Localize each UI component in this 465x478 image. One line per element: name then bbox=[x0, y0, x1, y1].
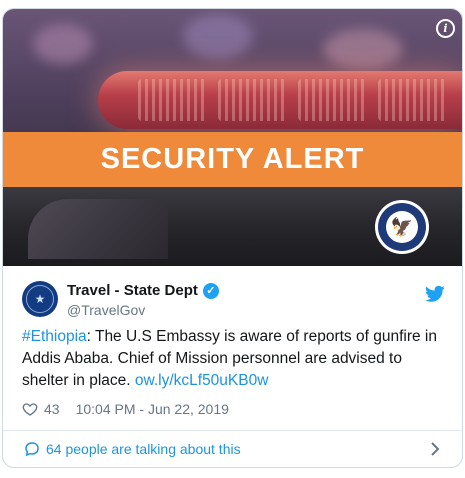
embedded-tweet-card[interactable]: SECURITY ALERT 🦅 i ★ Travel - State Dept… bbox=[2, 8, 463, 468]
chevron-right-icon bbox=[431, 442, 440, 456]
display-name[interactable]: Travel - State Dept bbox=[67, 282, 198, 299]
tweet-url-link[interactable]: ow.ly/kcLf50uKB0w bbox=[135, 372, 269, 389]
car-window bbox=[28, 199, 168, 259]
heart-icon[interactable] bbox=[22, 401, 38, 417]
avatar[interactable]: ★ bbox=[22, 281, 58, 317]
tweet-header: ★ Travel - State Dept ✓ @TravelGov bbox=[3, 266, 462, 326]
tweet-meta: 43 10:04 PM - Jun 22, 2019 bbox=[22, 401, 229, 417]
conversation-link[interactable]: 64 people are talking about this bbox=[3, 431, 462, 467]
tweet-media-image[interactable]: SECURITY ALERT 🦅 i bbox=[3, 9, 462, 266]
bokeh-light bbox=[323, 29, 403, 69]
speech-bubble-icon bbox=[25, 442, 39, 457]
bokeh-light bbox=[33, 24, 93, 64]
department-of-state-seal-icon: 🦅 bbox=[375, 200, 429, 254]
verified-badge-icon: ✓ bbox=[202, 282, 219, 299]
bokeh-light bbox=[183, 14, 253, 59]
banner-text: SECURITY ALERT bbox=[100, 143, 365, 175]
police-lightbar bbox=[98, 71, 462, 129]
tweet-timestamp[interactable]: 10:04 PM - Jun 22, 2019 bbox=[76, 401, 229, 417]
security-alert-banner: SECURITY ALERT bbox=[3, 132, 462, 187]
user-handle[interactable]: @TravelGov bbox=[67, 302, 145, 318]
twitter-bird-icon[interactable] bbox=[425, 285, 445, 303]
talking-count: 64 people are talking about this bbox=[46, 441, 241, 457]
hashtag-link[interactable]: #Ethiopia bbox=[22, 328, 87, 345]
tweet-text: #Ethiopia: The U.S Embassy is aware of r… bbox=[22, 326, 447, 392]
like-count: 43 bbox=[44, 401, 60, 417]
info-icon[interactable]: i bbox=[436, 19, 455, 38]
